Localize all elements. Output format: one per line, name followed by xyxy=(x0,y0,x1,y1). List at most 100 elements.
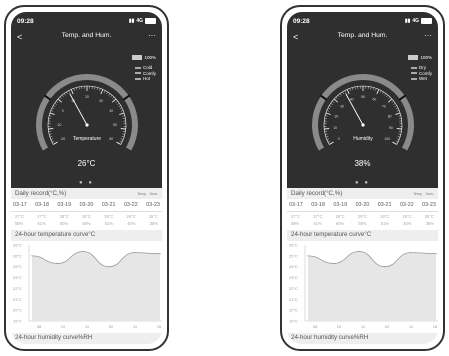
temp-point xyxy=(333,262,335,265)
date-cell: 03-21 xyxy=(101,202,116,208)
more-button[interactable]: ··· xyxy=(148,31,156,41)
gauge-tick xyxy=(387,98,393,103)
temp-point xyxy=(57,262,59,265)
y-tick-label: 21°C xyxy=(289,297,298,302)
temp-cell: 28°C xyxy=(59,214,69,219)
temp-point xyxy=(133,252,135,254)
gauge-tick xyxy=(326,138,330,140)
gauge-tick xyxy=(398,115,401,117)
humidity-curve-title: 24-hour humidity curve%RH xyxy=(11,333,162,344)
date-row: 03-17 03-18 03-19 03-20 03-21 03-22 03-23 xyxy=(287,199,438,212)
temp-cell: 26°C xyxy=(148,214,158,219)
gauge-tick xyxy=(59,96,62,99)
status-time: 09:28 xyxy=(293,17,310,25)
page-title: Temp. and Hum. xyxy=(337,32,388,39)
temp-cell: 29°C xyxy=(81,214,92,219)
gauge-tick xyxy=(48,128,54,130)
gauge-tick xyxy=(398,133,401,135)
daily-record-title: Daily record(°C,%) xyxy=(291,190,343,197)
records-panel: Daily record(°C,%) Temp. Hum. 03-17 03-18… xyxy=(287,188,438,344)
gauge-tick xyxy=(396,138,400,140)
gauge-tick-label: 50 xyxy=(361,95,365,99)
battery-level-icon xyxy=(408,55,419,60)
gauge-tick xyxy=(329,105,332,107)
battery-percent: 100% xyxy=(420,55,432,60)
gauge-tick xyxy=(73,88,75,91)
temp-point xyxy=(435,253,437,255)
temp-point xyxy=(82,250,84,253)
gauge-tick-label: 60 xyxy=(372,98,376,102)
y-tick-label: 22°C xyxy=(289,286,298,291)
gauge-tick xyxy=(382,91,384,95)
x-tick-label: 02 xyxy=(109,324,114,329)
gauge-tick xyxy=(51,107,55,110)
gauge-reading: 26°C xyxy=(77,159,96,168)
gauge-tick xyxy=(49,136,53,138)
battery-level-icon xyxy=(132,55,143,60)
gauge-tick xyxy=(122,133,125,135)
battery-icon xyxy=(145,18,156,24)
date-cell: 03-23 xyxy=(422,202,436,208)
temp-cell: 28°C xyxy=(380,214,390,219)
hum-cell: 51% xyxy=(380,221,390,226)
hum-row: 58% 61% 60% 58% 51% 40% 38% xyxy=(11,219,162,228)
gauge-tick xyxy=(349,88,351,91)
temp-row: 27°C 27°C 28°C 29°C 28°C 26°C 26°C xyxy=(287,212,438,219)
temp-cell: 28°C xyxy=(335,214,345,219)
gauge-pivot xyxy=(85,123,89,127)
temp-curve-title: 24-hour temperature curve°C xyxy=(287,230,438,241)
hum-cell: 58% xyxy=(82,221,91,226)
gauge-tick xyxy=(49,112,55,115)
gauge-tick xyxy=(354,86,356,90)
hum-cell: 51% xyxy=(104,221,114,226)
gauge-tick-label: 10 xyxy=(333,126,337,130)
gauge-tick-label: 70 xyxy=(382,104,386,108)
x-tick-label: 11 xyxy=(85,324,90,329)
gauge-tick xyxy=(325,112,331,115)
gauge-tick xyxy=(332,100,335,103)
gauge-tick xyxy=(342,91,344,95)
gauge-tick xyxy=(54,103,57,105)
gauge-tick xyxy=(99,88,101,91)
x-tick-label: 08 xyxy=(37,324,42,329)
temp-row: 27°C 27°C 28°C 29°C 28°C 26°C 26°C xyxy=(11,212,162,219)
page-indicator[interactable]: ● ● xyxy=(287,180,438,186)
date-cell: 03-22 xyxy=(123,202,138,208)
gauge-pivot xyxy=(361,123,365,127)
gauge-tick xyxy=(397,136,401,138)
gauge-tick xyxy=(120,128,126,130)
gauge-tick xyxy=(120,110,124,112)
gauge-tick xyxy=(346,89,350,95)
y-tick-label: 26°C xyxy=(13,243,22,248)
hum-cell: 58% xyxy=(291,221,300,226)
gauge-tick xyxy=(57,98,63,103)
more-button[interactable]: ··· xyxy=(424,31,432,41)
gauge-reading: 38% xyxy=(354,159,371,168)
gauge-tick-label: 20 xyxy=(334,115,338,119)
hum-cell: 38% xyxy=(149,221,158,226)
gauge-tick xyxy=(106,91,108,95)
gauge-tick xyxy=(333,98,339,103)
gauge-tick-label: 30 xyxy=(340,104,344,108)
temp-point xyxy=(358,250,360,253)
gauge-tick xyxy=(396,128,402,130)
temp-cell: 27°C xyxy=(37,214,47,219)
gauge-tick xyxy=(63,93,66,96)
gauge-tick xyxy=(68,90,71,93)
gauge-tick xyxy=(391,100,394,103)
signal-icon: ▮▮ xyxy=(404,18,411,24)
gauge-tick xyxy=(329,141,334,145)
page-title: Temp. and Hum. xyxy=(61,32,112,39)
temp-curve-chart: 26°C 26°C 25°C 24°C 22°C 21°C 20°C 19°C 08 10 11 02… xyxy=(11,241,162,334)
gauge-tick xyxy=(121,136,125,138)
temp-cell: 26°C xyxy=(126,214,136,219)
x-tick-label: 10 xyxy=(337,324,342,329)
gauge-tick-label: -10 xyxy=(57,123,62,127)
temp-legend: Temp. xyxy=(137,191,147,196)
date-row: 03-17 03-18 03-19 03-20 03-21 03-22 03-23 xyxy=(11,199,162,212)
hum-cell: 40% xyxy=(127,221,136,226)
gauge-tick xyxy=(370,86,372,90)
gauge-tick xyxy=(94,86,96,90)
page-indicator[interactable]: ● ● xyxy=(11,180,162,186)
gauge-tick xyxy=(119,112,125,115)
